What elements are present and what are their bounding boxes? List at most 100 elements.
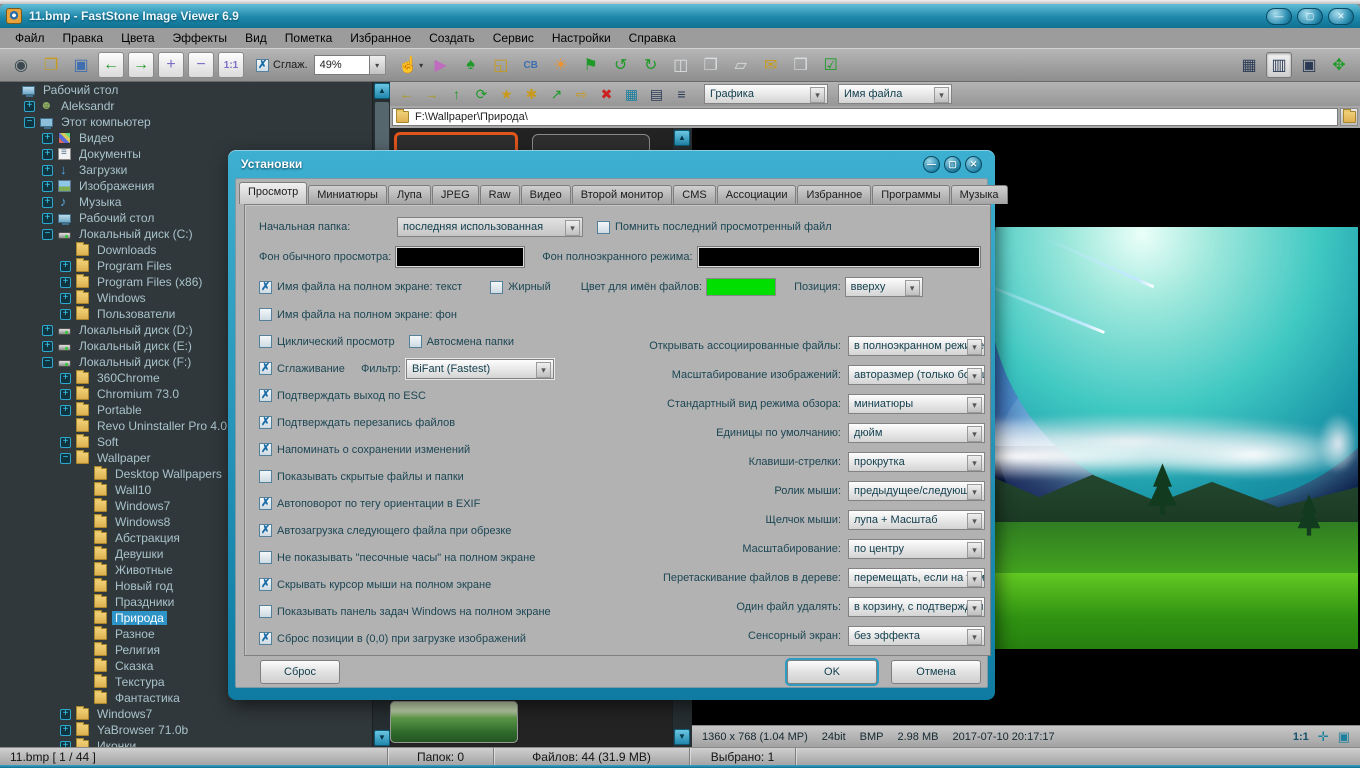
fullscreen-filename-text-checkbox[interactable]	[259, 281, 272, 294]
fullscreen-icon[interactable]: ✥	[1326, 52, 1352, 78]
menu-edit[interactable]: Правка	[54, 29, 113, 47]
copy-image-icon[interactable]: ❐	[698, 52, 724, 78]
scroll-up-icon[interactable]: ▲	[374, 83, 390, 99]
tab-view[interactable]: Просмотр	[239, 182, 307, 204]
browse-path-button[interactable]	[1340, 108, 1358, 126]
details-view-icon[interactable]: ≡	[669, 84, 694, 104]
actual-size-icon[interactable]: 1:1	[218, 52, 244, 78]
tab-video[interactable]: Видео	[521, 185, 571, 204]
tree-expander[interactable]: +	[60, 709, 71, 720]
tree-expander[interactable]: +	[42, 165, 53, 176]
exif-autorotate-checkbox[interactable]	[259, 497, 272, 510]
tab-thumbnails[interactable]: Миниатюры	[308, 185, 387, 204]
rotate-right-icon[interactable]: ↻	[638, 52, 664, 78]
crop-icon[interactable]: ◱	[488, 52, 514, 78]
new-folder-icon[interactable]: ✱	[519, 84, 544, 104]
remind-save-checkbox[interactable]	[259, 443, 272, 456]
tab-cms[interactable]: CMS	[673, 185, 715, 204]
menu-create[interactable]: Создать	[420, 29, 484, 47]
confirm-overwrite-checkbox[interactable]	[259, 416, 272, 429]
normal-bg-swatch[interactable]	[396, 247, 524, 267]
menu-tag[interactable]: Пометка	[276, 29, 342, 47]
minimize-button[interactable]: —	[1266, 8, 1292, 25]
fullscreen-preview-icon[interactable]	[1338, 729, 1350, 745]
filename-color-swatch[interactable]	[706, 278, 776, 296]
stamp-icon[interactable]: ⚑	[578, 52, 604, 78]
image-settings-icon[interactable]: ☑	[818, 52, 844, 78]
tree-drag-select[interactable]: перемещать, если на том же диске	[848, 568, 985, 588]
menu-favorites[interactable]: Избранное	[341, 29, 420, 47]
dialog-title-bar[interactable]: Установки — ▢ ✕	[235, 150, 988, 178]
hide-cursor-checkbox[interactable]	[259, 578, 272, 591]
smoothing-checkbox[interactable]	[256, 59, 269, 72]
up-folder-icon[interactable]: ↑	[444, 84, 469, 104]
menu-file[interactable]: Файл	[6, 29, 54, 47]
file-filter-select[interactable]: Графика	[704, 84, 828, 104]
dialog-close-button[interactable]: ✕	[965, 156, 982, 173]
title-bar[interactable]: 11.bmp - FastStone Image Viewer 6.9 — ▢ …	[0, 4, 1360, 28]
confirm-esc-checkbox[interactable]	[259, 389, 272, 402]
menu-settings[interactable]: Настройки	[543, 29, 620, 47]
tree-expander[interactable]: +	[60, 277, 71, 288]
scroll-up-icon[interactable]: ▲	[674, 130, 690, 146]
zoom-out-icon[interactable]: −	[188, 52, 214, 78]
zoom-level-combobox[interactable]: 49%	[314, 55, 370, 75]
tree-expander[interactable]: +	[42, 341, 53, 352]
adjust-colors-icon[interactable]: ☀	[548, 52, 574, 78]
start-folder-select[interactable]: последняя использованная	[397, 217, 583, 237]
dialog-restore-button[interactable]: ▢	[944, 156, 961, 173]
acquire-scanner-icon[interactable]: ▱	[728, 52, 754, 78]
menu-tools[interactable]: Сервис	[484, 29, 543, 47]
reset-button[interactable]: Сброс	[260, 660, 340, 684]
tab-music[interactable]: Музыка	[951, 185, 1008, 204]
dialog-minimize-button[interactable]: —	[923, 156, 940, 173]
forward-icon[interactable]: →	[419, 84, 444, 104]
mouse-click-select[interactable]: лупа + Масштаб	[848, 510, 985, 530]
tree-expander[interactable]: +	[42, 181, 53, 192]
tab-favorites[interactable]: Избранное	[797, 185, 871, 204]
smoothing-option-checkbox[interactable]	[259, 362, 272, 375]
delete-icon[interactable]: ✖	[594, 84, 619, 104]
tree-expander[interactable]: +	[60, 309, 71, 320]
cancel-button[interactable]: Отмена	[891, 660, 981, 684]
refresh-folder-icon[interactable]: ⟳	[469, 84, 494, 104]
thumbnails-view-icon[interactable]: ▦	[619, 84, 644, 104]
tree-expander[interactable]: +	[60, 261, 71, 272]
tree-expander[interactable]: +	[42, 149, 53, 160]
email-icon[interactable]: ✉	[758, 52, 784, 78]
favorites-folder-icon[interactable]: ★	[494, 84, 519, 104]
tree-expander[interactable]: +	[60, 725, 71, 736]
fullscreen-filename-bg-checkbox[interactable]	[259, 308, 272, 321]
browse-view-mode-select[interactable]: миниатюры	[848, 394, 985, 414]
autoload-next-crop-checkbox[interactable]	[259, 524, 272, 537]
menu-effects[interactable]: Эффекты	[164, 29, 237, 47]
open-associated-files-select[interactable]: в полноэкранном режиме	[848, 336, 985, 356]
tab-associations[interactable]: Ассоциации	[717, 185, 797, 204]
fullscreen-bg-swatch[interactable]	[698, 247, 980, 267]
ok-button[interactable]: OK	[787, 660, 877, 684]
tab-raw[interactable]: Raw	[480, 185, 520, 204]
sort-order-select[interactable]: Имя файла	[838, 84, 952, 104]
cyclic-view-checkbox[interactable]	[259, 335, 272, 348]
close-button[interactable]: ✕	[1328, 8, 1354, 25]
default-units-select[interactable]: дюйм	[848, 423, 985, 443]
prev-image-icon[interactable]: ←	[98, 52, 124, 78]
tree-item[interactable]: − Этот компьютер	[0, 114, 390, 130]
menu-colors[interactable]: Цвета	[112, 29, 163, 47]
tree-expander[interactable]: +	[42, 325, 53, 336]
tree-expander[interactable]: +	[60, 373, 71, 384]
tree-expander[interactable]: −	[42, 357, 53, 368]
tree-expander[interactable]: −	[42, 229, 53, 240]
windows-view-icon[interactable]: ▦	[1236, 52, 1262, 78]
menu-view[interactable]: Вид	[236, 29, 276, 47]
bold-filename-checkbox[interactable]	[490, 281, 503, 294]
tree-expander[interactable]: +	[42, 133, 53, 144]
next-image-icon[interactable]: →	[128, 52, 154, 78]
tree-item[interactable]: + Aleksandr	[0, 98, 390, 114]
mouse-wheel-select[interactable]: предыдущее/следующее	[848, 481, 985, 501]
hand-tool-icon[interactable]: ☝	[398, 52, 424, 78]
slideshow-icon[interactable]: ▶	[428, 52, 454, 78]
restore-button[interactable]: ▢	[1297, 8, 1323, 25]
path-input[interactable]: F:\Wallpaper\Природа\	[392, 108, 1338, 126]
print-icon[interactable]: ❒	[788, 52, 814, 78]
